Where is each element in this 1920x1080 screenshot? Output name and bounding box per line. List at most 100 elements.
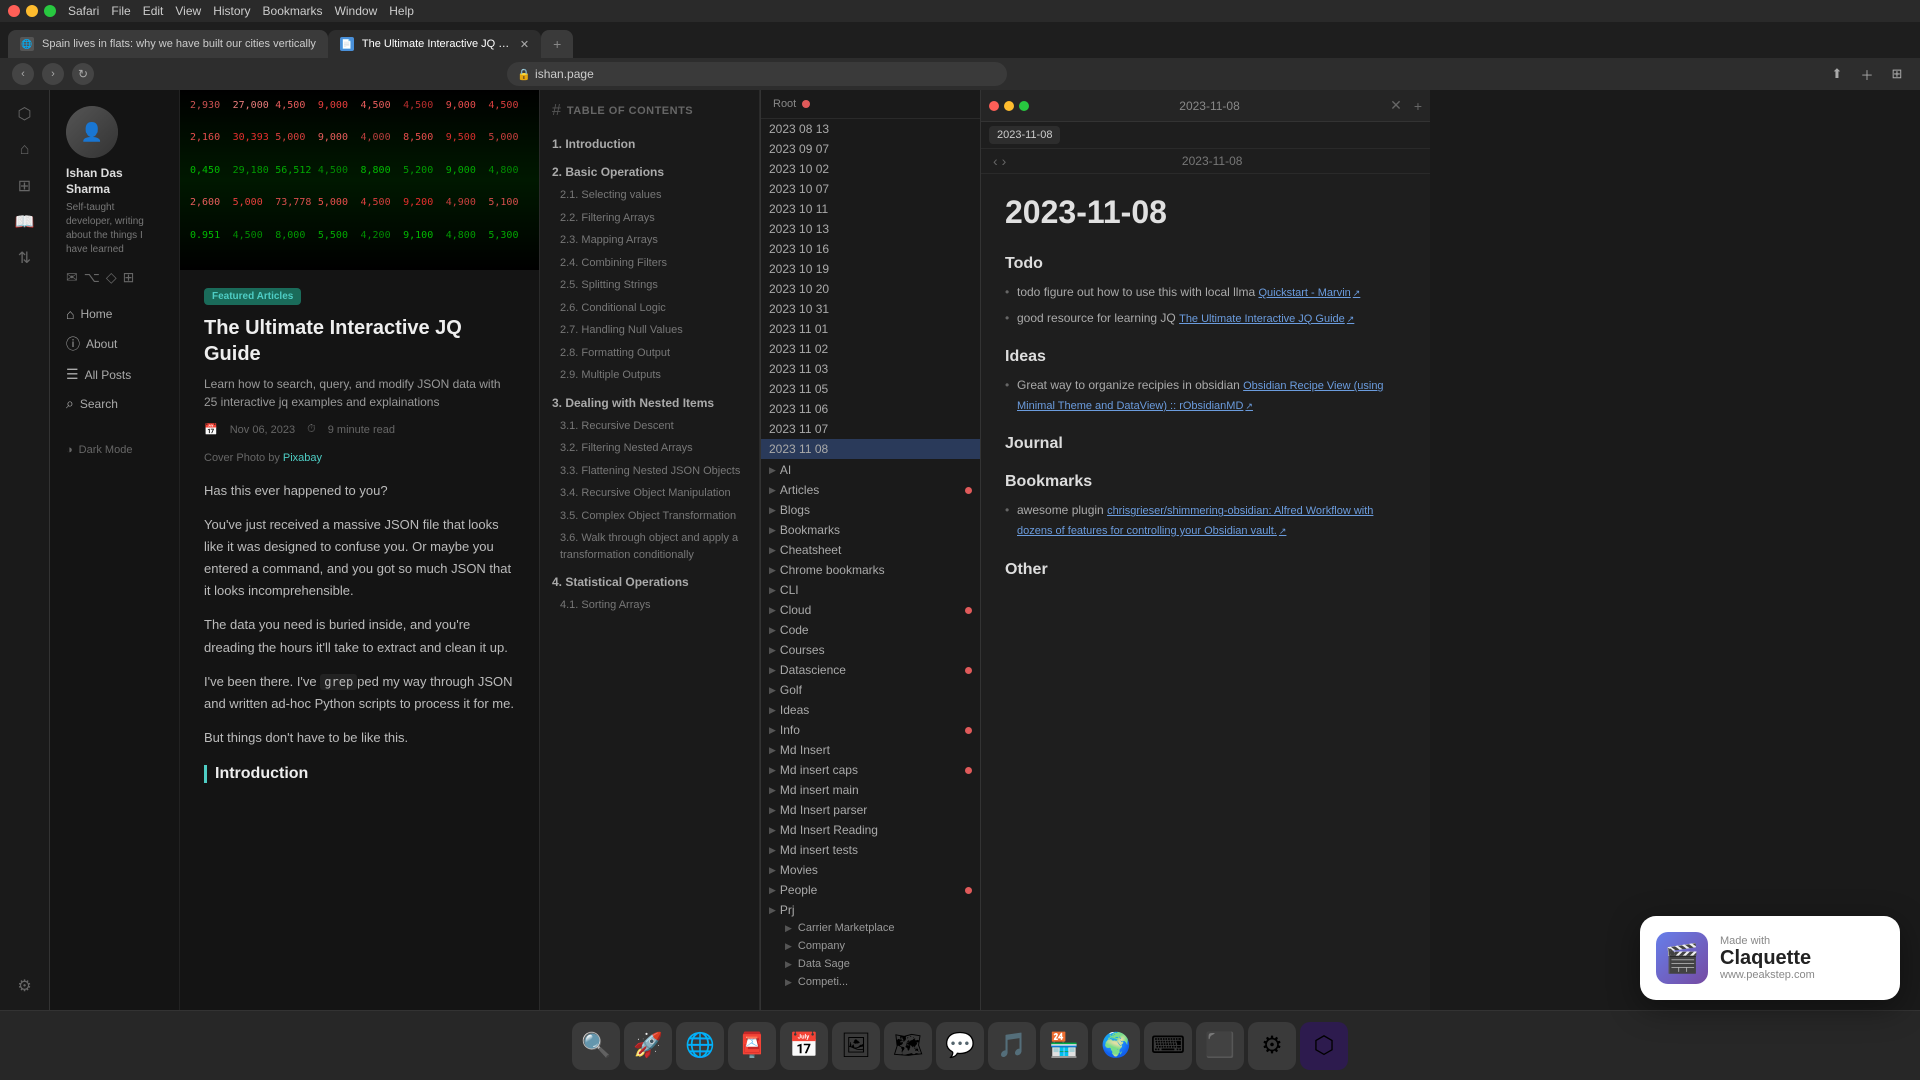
browser-tab-1[interactable]: 🌐 Spain lives in flats: why we have buil… <box>8 30 328 58</box>
share-icon[interactable]: ⬆ <box>1826 63 1848 85</box>
sidebar-icon-1[interactable]: ⬡ <box>9 98 41 130</box>
toc-item[interactable]: 3.2. Filtering Nested Arrays <box>540 437 759 460</box>
tree-section-item[interactable]: ▶Chrome bookmarks <box>761 559 980 579</box>
tree-section-item[interactable]: ▶Cheatsheet <box>761 539 980 559</box>
tree-date-item[interactable]: 2023 11 06 <box>761 399 980 419</box>
dock-obsidian[interactable]: ⬡ <box>1300 1022 1348 1070</box>
dock-photos[interactable]: 🖼 <box>832 1022 880 1070</box>
tree-date-item[interactable]: 2023 10 19 <box>761 259 980 279</box>
tree-date-item[interactable]: 2023 11 08 <box>761 439 980 459</box>
toc-item[interactable]: 2.2. Filtering Arrays <box>540 207 759 230</box>
toc-item[interactable]: 3.4. Recursive Object Manipulation <box>540 482 759 505</box>
author-linkedin-icon[interactable]: ⊞ <box>123 269 135 286</box>
tree-date-item[interactable]: 2023 10 31 <box>761 299 980 319</box>
claquette-popup[interactable]: 🎬 Made with Claquette www.peakstep.com <box>1640 916 1900 1000</box>
author-email-icon[interactable]: ✉ <box>66 269 78 286</box>
maximize-button[interactable] <box>44 5 56 17</box>
tree-section-item[interactable]: ▶Courses <box>761 639 980 659</box>
author-twitter-icon[interactable]: ◇ <box>106 269 117 286</box>
reload-button[interactable]: ↻ <box>72 63 94 85</box>
toc-item[interactable]: 2.4. Combining Filters <box>540 252 759 275</box>
obsidian-close[interactable] <box>989 101 999 111</box>
tree-section-item[interactable]: ▶Md Insert Reading <box>761 819 980 839</box>
tree-section-item[interactable]: ▶Md insert tests <box>761 839 980 859</box>
obsidian-close-x[interactable]: ✕ <box>1390 97 1402 114</box>
tree-date-item[interactable]: 2023 11 05 <box>761 379 980 399</box>
obsidian-minimize[interactable] <box>1004 101 1014 111</box>
sidebar-icon-2[interactable]: ⌂ <box>9 134 41 166</box>
tree-section-item[interactable]: ▶Articles <box>761 479 980 499</box>
obsidian-back[interactable]: ‹ <box>993 153 998 169</box>
menu-bookmarks[interactable]: Bookmarks <box>263 4 323 18</box>
tree-section-item[interactable]: ▶AI <box>761 459 980 479</box>
menu-view[interactable]: View <box>175 4 201 18</box>
minimize-button[interactable] <box>26 5 38 17</box>
tree-date-item[interactable]: 2023 11 02 <box>761 339 980 359</box>
dock-appstore[interactable]: 🏪 <box>1040 1022 1088 1070</box>
toc-item[interactable]: 2.9. Multiple Outputs <box>540 364 759 387</box>
tree-date-item[interactable]: 2023 10 11 <box>761 199 980 219</box>
dock-maps[interactable]: 🗺 <box>884 1022 932 1070</box>
ideas-link-1[interactable]: Obsidian Recipe View (using Minimal Them… <box>1017 380 1384 412</box>
menu-file[interactable]: File <box>111 4 130 18</box>
toc-item[interactable]: 4. Statistical Operations <box>540 570 759 594</box>
toc-item[interactable]: 3.6. Walk through object and apply a tra… <box>540 527 759 566</box>
tree-section-item[interactable]: ▶Md Insert <box>761 739 980 759</box>
menu-safari[interactable]: Safari <box>68 4 99 18</box>
dock-mail[interactable]: 📮 <box>728 1022 776 1070</box>
dock-chrome[interactable]: 🌍 <box>1092 1022 1140 1070</box>
dock-safari[interactable]: 🌐 <box>676 1022 724 1070</box>
tree-date-item[interactable]: 2023 11 01 <box>761 319 980 339</box>
add-tab-icon[interactable]: ＋ <box>1856 63 1878 85</box>
dock-messages[interactable]: 💬 <box>936 1022 984 1070</box>
toc-item[interactable]: 3.3. Flattening Nested JSON Objects <box>540 460 759 483</box>
back-button[interactable]: ‹ <box>12 63 34 85</box>
tree-section-item[interactable]: ▶Md insert caps <box>761 759 980 779</box>
toc-item[interactable]: 2.5. Splitting Strings <box>540 274 759 297</box>
tree-section-item[interactable]: ▶People <box>761 879 980 899</box>
tree-date-item[interactable]: 2023 10 16 <box>761 239 980 259</box>
tree-section-item[interactable]: ▶Md insert main <box>761 779 980 799</box>
tree-prj-item[interactable]: ▶Company <box>761 937 980 955</box>
tree-section-item[interactable]: ▶Cloud <box>761 599 980 619</box>
tree-date-item[interactable]: 2023 11 03 <box>761 359 980 379</box>
toc-item[interactable]: 2.7. Handling Null Values <box>540 319 759 342</box>
window-controls[interactable] <box>8 5 56 17</box>
toc-item[interactable]: 2.6. Conditional Logic <box>540 297 759 320</box>
nav-about[interactable]: ⓘ About <box>66 330 163 358</box>
tree-date-item[interactable]: 2023 10 02 <box>761 159 980 179</box>
tree-section-item[interactable]: ▶Code <box>761 619 980 639</box>
tree-section-item[interactable]: ▶Md Insert parser <box>761 799 980 819</box>
author-github-icon[interactable]: ⌥ <box>84 269 100 286</box>
menu-window[interactable]: Window <box>335 4 378 18</box>
nav-home[interactable]: ⌂ Home <box>66 302 163 326</box>
toc-item[interactable]: 2. Basic Operations <box>540 160 759 184</box>
sidebar-icon-6[interactable]: ⚙ <box>9 970 41 1002</box>
dark-mode-toggle[interactable]: ◑ Dark Mode <box>66 436 163 464</box>
dock-vscode[interactable]: ⌨ <box>1144 1022 1192 1070</box>
tree-section-item[interactable]: ▶CLI <box>761 579 980 599</box>
sidebar-toggle-icon[interactable]: ⊞ <box>1886 63 1908 85</box>
tree-section-item[interactable]: ▶Blogs <box>761 499 980 519</box>
toc-item[interactable]: 2.3. Mapping Arrays <box>540 229 759 252</box>
dock-settings[interactable]: ⚙ <box>1248 1022 1296 1070</box>
toc-item[interactable]: 4.1. Sorting Arrays <box>540 594 759 617</box>
todo-link-1[interactable]: Quickstart - Marvin <box>1258 287 1360 299</box>
tree-date-item[interactable]: 2023 10 07 <box>761 179 980 199</box>
toc-item[interactable]: 2.1. Selecting values <box>540 184 759 207</box>
tree-section-item[interactable]: ▶Prj <box>761 899 980 919</box>
new-tab-button[interactable]: + <box>541 30 573 58</box>
menu-edit[interactable]: Edit <box>143 4 164 18</box>
dock-music[interactable]: 🎵 <box>988 1022 1036 1070</box>
tree-section-item[interactable]: ▶Golf <box>761 679 980 699</box>
dock-launchpad[interactable]: 🚀 <box>624 1022 672 1070</box>
nav-search[interactable]: ⌕ Search <box>66 391 163 416</box>
tree-section-item[interactable]: ▶Datascience <box>761 659 980 679</box>
dock-terminal[interactable]: ⬛ <box>1196 1022 1244 1070</box>
toc-item[interactable]: 2.8. Formatting Output <box>540 342 759 365</box>
toc-item[interactable]: 3.5. Complex Object Transformation <box>540 505 759 528</box>
tree-section-item[interactable]: ▶Ideas <box>761 699 980 719</box>
menu-history[interactable]: History <box>213 4 250 18</box>
toc-item[interactable]: 3. Dealing with Nested Items <box>540 391 759 415</box>
obsidian-window-controls[interactable] <box>989 101 1029 111</box>
